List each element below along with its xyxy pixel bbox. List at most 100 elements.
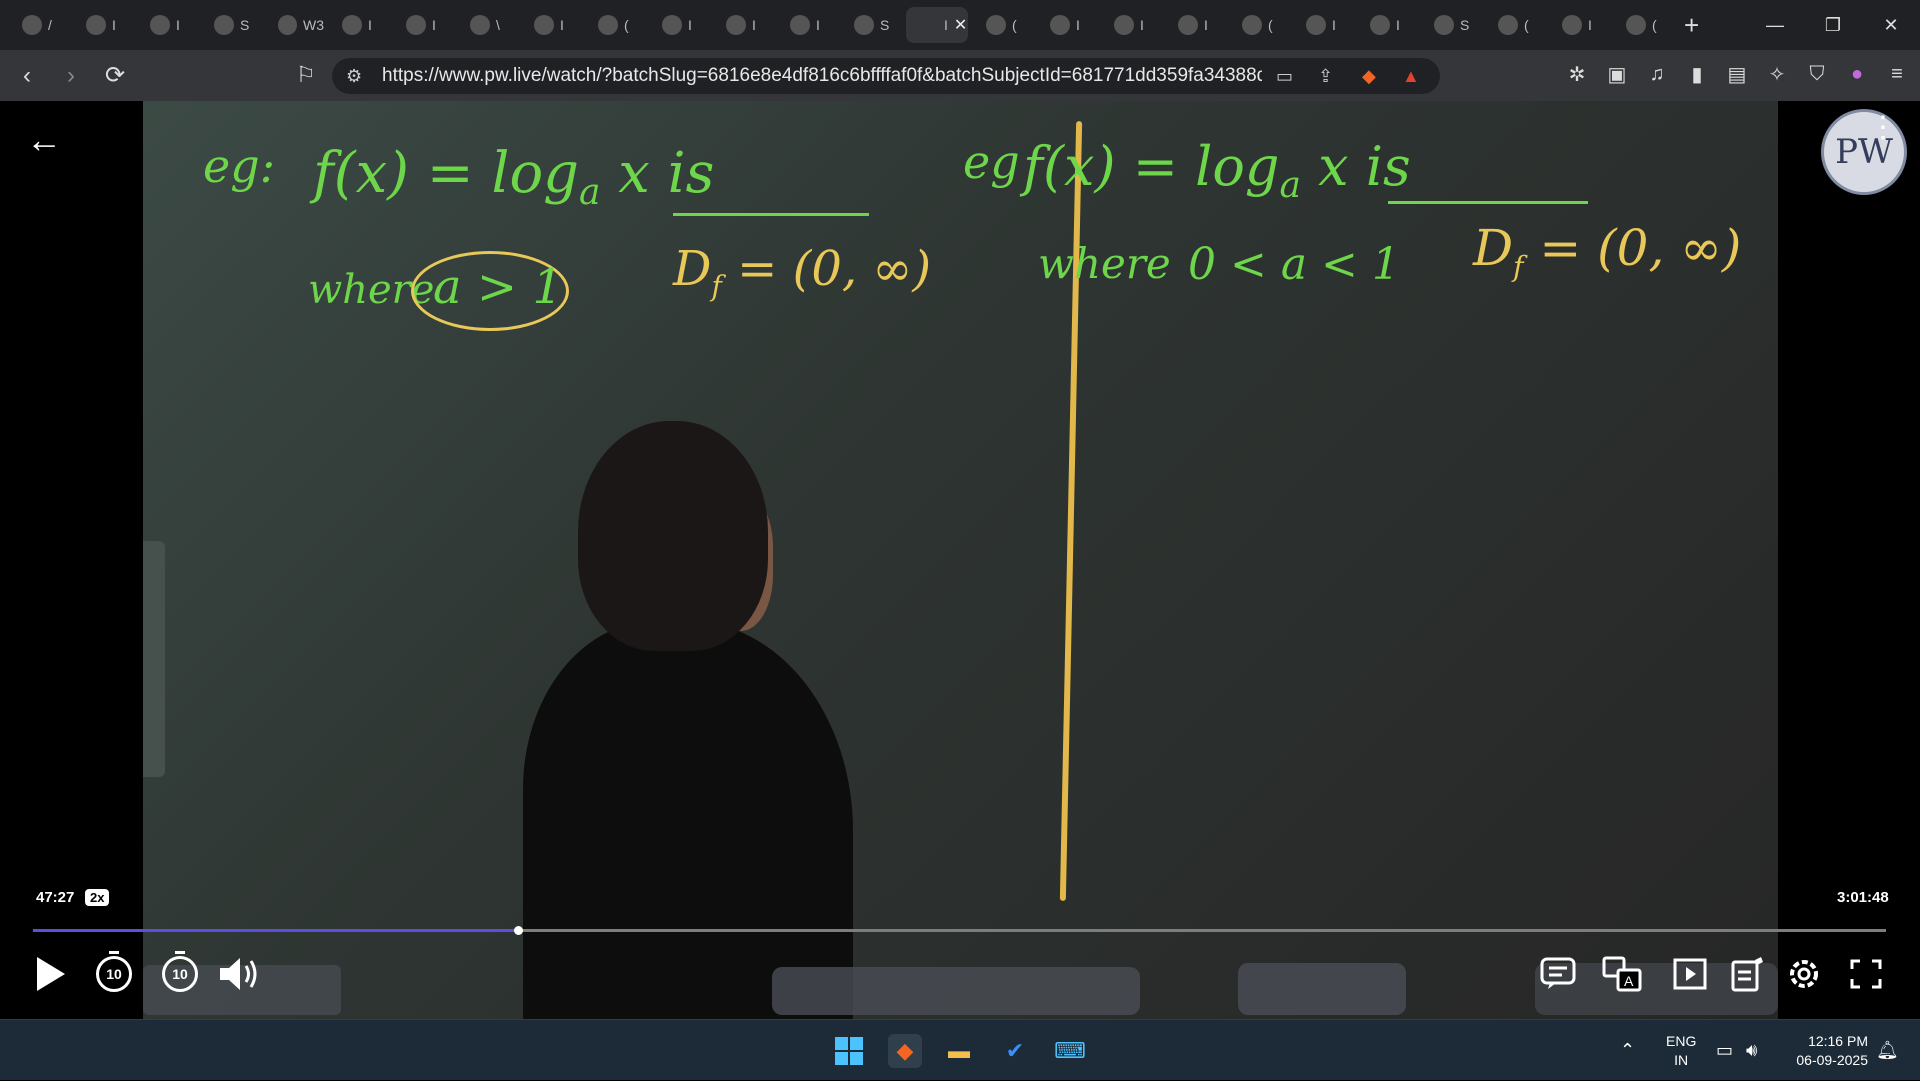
- browser-tab[interactable]: I: [778, 7, 836, 43]
- speaker-icon[interactable]: 🔊︎: [1746, 1020, 1757, 1081]
- volume-icon: [220, 958, 257, 990]
- tab-label: I: [1076, 17, 1080, 33]
- extensions-icon[interactable]: ✲: [1564, 60, 1590, 88]
- brave-shield-icon[interactable]: ◆: [1362, 66, 1376, 87]
- browser-tab[interactable]: S: [1422, 7, 1480, 43]
- show-hidden-icons[interactable]: ⌃: [1620, 1020, 1635, 1081]
- address-bar[interactable]: ⚙ https://www.pw.live/watch/?batchSlug=6…: [332, 58, 1440, 94]
- url-text[interactable]: https://www.pw.live/watch/?batchSlug=681…: [382, 65, 1262, 87]
- browser-tab[interactable]: (: [1230, 7, 1288, 43]
- tracker-icon: [214, 15, 234, 35]
- browser-tab[interactable]: I: [1166, 7, 1224, 43]
- wikipedia-icon: [1434, 15, 1454, 35]
- profile-avatar-icon[interactable]: ●: [1844, 60, 1870, 88]
- media-icon[interactable]: ♫: [1644, 60, 1670, 88]
- checkmark-icon: ✔: [1005, 1038, 1025, 1063]
- restore-button[interactable]: ❐: [1804, 0, 1862, 50]
- youtube-icon: [1242, 15, 1262, 35]
- system-clock[interactable]: 12:16 PM 06-09-2025: [1796, 1032, 1868, 1070]
- browser-tab[interactable]: I: [1102, 7, 1160, 43]
- browser-tab[interactable]: I: [714, 7, 772, 43]
- file-explorer-icon[interactable]: ▬: [942, 1034, 976, 1068]
- cast-icon[interactable]: ▭: [1276, 66, 1293, 87]
- windows-logo-icon: [835, 1037, 863, 1065]
- browser-tab[interactable]: (: [974, 7, 1032, 43]
- minimize-button[interactable]: —: [1746, 0, 1804, 50]
- board-left-eg: eg:: [203, 139, 276, 193]
- seek-bar[interactable]: [33, 926, 1886, 935]
- board-right-domain-letter: D: [1473, 219, 1514, 277]
- back-nav-button[interactable]: ‹: [10, 59, 44, 93]
- browser-tab[interactable]: I ✕: [906, 7, 968, 43]
- browser-tab[interactable]: W3: [266, 7, 324, 43]
- browser-tab[interactable]: S: [202, 7, 260, 43]
- brave-taskbar-icon[interactable]: ◆: [888, 1034, 922, 1068]
- play-button[interactable]: [28, 952, 72, 996]
- browser-tab[interactable]: /: [10, 7, 68, 43]
- forward-nav-button[interactable]: ›: [54, 59, 88, 93]
- browser-tab[interactable]: I: [138, 7, 196, 43]
- board-toolbar-mid: [1238, 963, 1406, 1015]
- forward-10-button[interactable]: 10: [158, 951, 202, 996]
- start-windows-icon[interactable]: [832, 1034, 866, 1068]
- reload-button[interactable]: ⟳: [98, 59, 132, 93]
- browser-tab[interactable]: I: [74, 7, 132, 43]
- leo-ai-icon[interactable]: ✧: [1764, 60, 1790, 88]
- video-player[interactable]: eg: f(x) = loga x is where a > 1 Df = (0…: [0, 101, 1920, 1019]
- volume-button[interactable]: [218, 952, 262, 996]
- sidebar-icon[interactable]: ▮: [1684, 60, 1710, 88]
- browser-tab[interactable]: I: [394, 7, 452, 43]
- translate-button[interactable]: A: [1600, 952, 1644, 996]
- settings-button[interactable]: [1782, 952, 1826, 996]
- bookmark-icon[interactable]: ⚐: [296, 62, 316, 88]
- browser-tab[interactable]: I: [1038, 7, 1096, 43]
- close-window-button[interactable]: ✕: [1862, 0, 1920, 50]
- code-icon: [662, 15, 682, 35]
- pw-icon: [1050, 15, 1070, 35]
- language-indicator[interactable]: ENG IN: [1666, 1032, 1696, 1070]
- more-options-icon[interactable]: ⋮: [1868, 113, 1898, 143]
- browser-tab[interactable]: I: [1550, 7, 1608, 43]
- todo-icon[interactable]: ✔: [998, 1034, 1032, 1068]
- lang-code: ENG: [1666, 1033, 1697, 1049]
- browser-tab[interactable]: I: [1294, 7, 1352, 43]
- browser-tab[interactable]: I: [522, 7, 580, 43]
- video-frame: eg: f(x) = loga x is where a > 1 Df = (0…: [143, 101, 1907, 1019]
- rewind-10-button[interactable]: 10: [92, 951, 136, 996]
- menu-icon[interactable]: ≡: [1884, 60, 1910, 88]
- media-icon: [342, 15, 362, 35]
- clock-date: 06-09-2025: [1796, 1052, 1868, 1068]
- taskbar: ◆ ▬ ✔ ⌨ ⌃ ENG IN ▭ 🔊︎ 12:16 PM 06-09-202…: [0, 1019, 1920, 1080]
- browser-tab[interactable]: \: [458, 7, 516, 43]
- playback-speed-badge[interactable]: 2x: [85, 889, 110, 906]
- reader-icon[interactable]: ▣: [1604, 60, 1630, 88]
- notes-button[interactable]: [1726, 952, 1770, 996]
- browser-tab[interactable]: I: [330, 7, 388, 43]
- browser-tab[interactable]: I: [650, 7, 708, 43]
- chat-button[interactable]: [1536, 952, 1580, 996]
- browser-tab[interactable]: (: [1614, 7, 1672, 43]
- side-panel-handle[interactable]: [143, 541, 165, 777]
- wallet-icon[interactable]: ▤: [1724, 60, 1750, 88]
- site-info-icon[interactable]: ⚙: [346, 66, 362, 87]
- vpn-icon[interactable]: ⛉: [1804, 60, 1830, 88]
- share-icon[interactable]: ⇪: [1318, 66, 1333, 87]
- network-icon[interactable]: ▭: [1716, 1020, 1733, 1081]
- keyboard-app-icon[interactable]: ⌨: [1053, 1034, 1087, 1068]
- brave-rewards-icon[interactable]: ▲: [1402, 66, 1420, 87]
- browser-tab[interactable]: I: [1358, 7, 1416, 43]
- notification-bell-icon[interactable]: 🔔︎: [1876, 1020, 1899, 1081]
- board-left-func-text: f(x) = log: [313, 141, 579, 206]
- playlist-button[interactable]: [1668, 952, 1712, 996]
- new-tab-button[interactable]: +: [1684, 10, 1699, 41]
- burger-icon: [1306, 15, 1326, 35]
- board-right-where: where: [1038, 239, 1171, 288]
- browser-tab[interactable]: (: [586, 7, 644, 43]
- browser-tab[interactable]: S: [842, 7, 900, 43]
- fullscreen-button[interactable]: [1844, 952, 1888, 996]
- browser-tab[interactable]: (: [1486, 7, 1544, 43]
- close-tab-icon[interactable]: ✕: [954, 15, 967, 35]
- board-right-domain: Df = (0, ∞): [1473, 219, 1741, 283]
- globe-icon: [150, 15, 170, 35]
- back-arrow-icon[interactable]: ←: [26, 119, 62, 161]
